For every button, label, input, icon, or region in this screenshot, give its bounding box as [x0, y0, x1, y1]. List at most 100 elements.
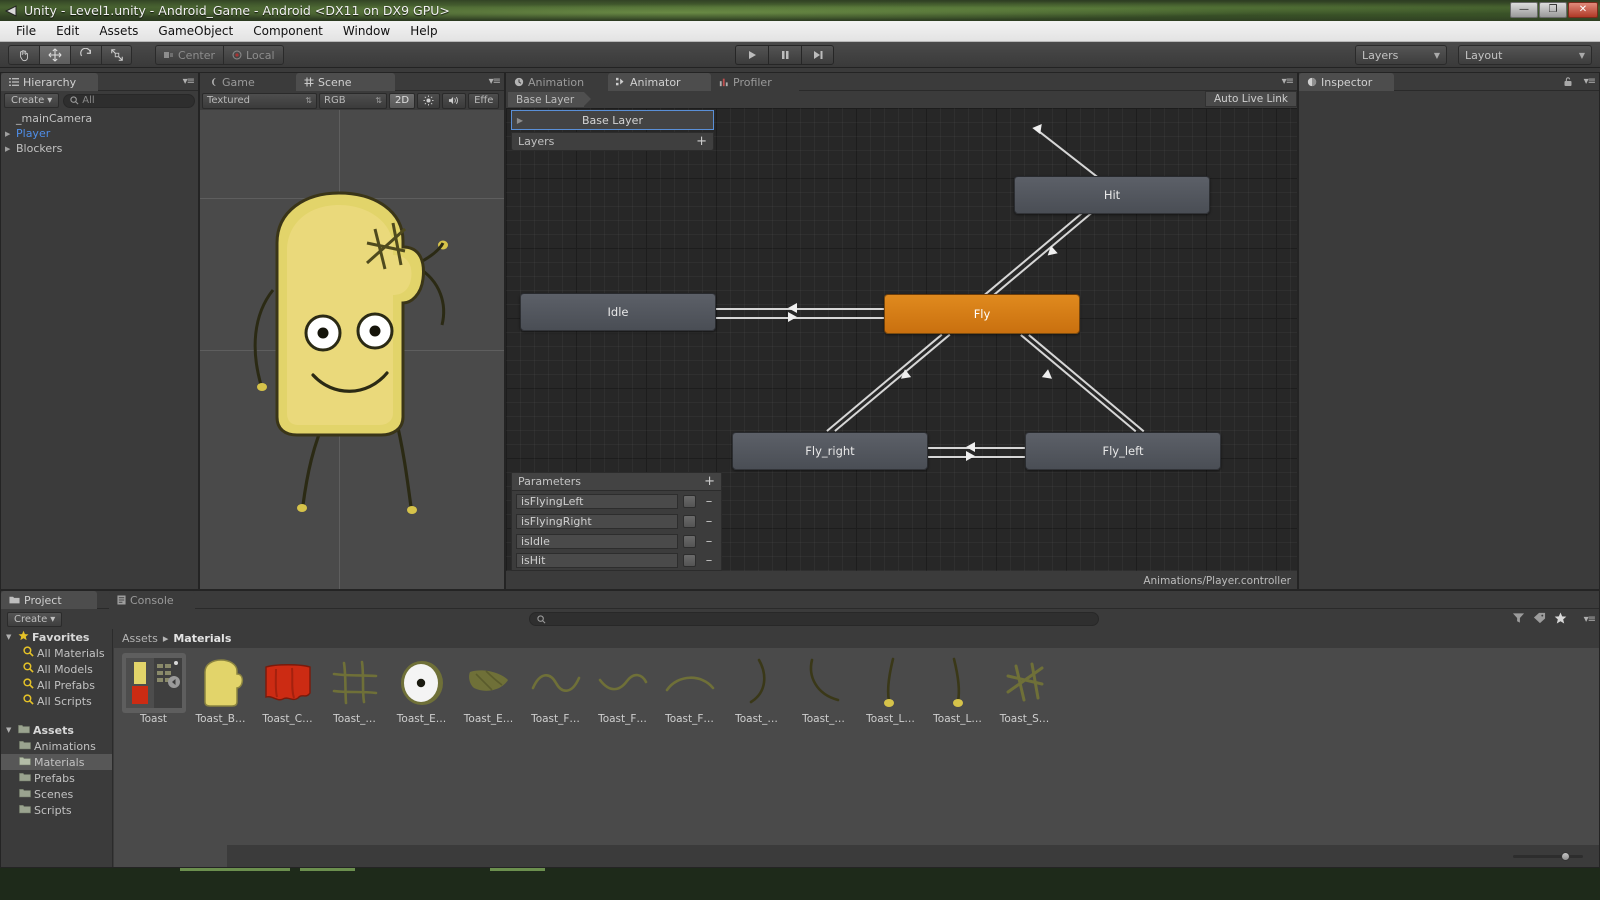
expand-arrow-icon[interactable]: ▶ [512, 116, 528, 125]
tab-console[interactable]: Console [109, 591, 195, 609]
project-tree-item-favorites[interactable]: ▼ Favorites [1, 629, 112, 645]
asset-item[interactable]: Toast_E… [455, 656, 522, 725]
move-tool-button[interactable] [39, 45, 70, 65]
project-tree-item-all-models[interactable]: All Models [1, 661, 112, 677]
project-tree-item-materials[interactable]: Materials [1, 754, 112, 770]
menu-file[interactable]: File [6, 22, 46, 40]
asset-item[interactable]: Toast_L… [857, 656, 924, 725]
tab-animation[interactable]: Animation [506, 73, 608, 91]
asset-item[interactable]: Toast_… [723, 656, 790, 725]
asset-item[interactable]: Toast_F… [522, 656, 589, 725]
asset-thumbnail[interactable] [729, 656, 785, 710]
asset-thumbnail[interactable] [863, 656, 919, 710]
project-tree-item-scripts[interactable]: Scripts [1, 802, 112, 818]
project-tree-item-all-materials[interactable]: All Materials [1, 645, 112, 661]
layout-dropdown[interactable]: Layout ▼ [1458, 45, 1592, 65]
close-button[interactable]: ✕ [1568, 2, 1598, 18]
auto-live-link-toggle[interactable]: Auto Live Link [1205, 91, 1297, 107]
tab-scene[interactable]: Scene [296, 73, 395, 91]
menu-edit[interactable]: Edit [46, 22, 89, 40]
remove-parameter-button[interactable]: – [701, 553, 717, 568]
state-node-hit[interactable]: Hit [1014, 176, 1210, 214]
menu-help[interactable]: Help [400, 22, 447, 40]
project-tree-item-assets[interactable]: ▼ Assets [1, 722, 112, 738]
asset-item[interactable]: Toast_S… [991, 656, 1058, 725]
asset-item[interactable]: Toast_L… [924, 656, 991, 725]
asset-item[interactable]: Toast [120, 653, 187, 725]
layer-item-base-layer[interactable]: ▶ Base Layer [511, 110, 714, 130]
scale-tool-button[interactable] [101, 45, 132, 65]
scene-effects-dropdown[interactable]: Effe [468, 92, 500, 109]
inspector-options-icon[interactable]: ▾≡ [1584, 76, 1596, 87]
state-node-fly-right[interactable]: Fly_right [732, 432, 928, 470]
favorite-star-icon[interactable] [1554, 611, 1567, 627]
project-options-icon[interactable]: ▾≡ [1584, 614, 1596, 625]
play-button[interactable] [735, 45, 768, 65]
asset-thumbnail[interactable] [327, 656, 383, 710]
project-tree-item-prefabs[interactable]: Prefabs [1, 770, 112, 786]
parameter-row[interactable]: isFlyingRight – [511, 511, 722, 531]
add-parameter-button[interactable]: + [704, 475, 715, 488]
asset-item[interactable]: Toast_F… [589, 656, 656, 725]
asset-item[interactable]: Toast_… [790, 656, 857, 725]
expand-arrow-icon[interactable]: ▼ [6, 726, 15, 734]
asset-item[interactable]: Toast_B… [187, 656, 254, 725]
asset-item[interactable]: Toast_C… [254, 656, 321, 725]
project-search-input[interactable] [529, 612, 1099, 626]
layers-dropdown[interactable]: Layers ▼ [1355, 45, 1447, 65]
tab-inspector[interactable]: Inspector [1299, 73, 1394, 91]
expand-arrow-icon[interactable]: ▶ [5, 145, 16, 153]
slider-knob[interactable] [1561, 851, 1570, 861]
space-mode-button[interactable]: Local [223, 45, 284, 65]
asset-thumbnail[interactable] [121, 653, 186, 713]
asset-thumbnail[interactable] [528, 656, 584, 710]
taskbar-item[interactable] [490, 868, 545, 871]
state-node-idle[interactable]: Idle [520, 293, 716, 331]
hand-tool-button[interactable] [8, 45, 39, 65]
parameter-name-field[interactable]: isHit [516, 553, 678, 568]
scene-audio-toggle[interactable] [442, 92, 467, 109]
breadcrumb-base-layer[interactable]: Base Layer [508, 92, 592, 107]
pause-button[interactable] [768, 45, 801, 65]
asset-thumbnail[interactable] [930, 656, 986, 710]
project-tree-item-all-prefabs[interactable]: All Prefabs [1, 677, 112, 693]
filter-by-type-icon[interactable] [1512, 612, 1525, 627]
minimize-button[interactable]: — [1510, 2, 1538, 18]
thumbnail-zoom-slider[interactable] [1513, 851, 1583, 861]
state-node-fly[interactable]: Fly [884, 294, 1080, 334]
add-layer-button[interactable]: + [696, 135, 707, 148]
asset-thumbnail[interactable] [193, 656, 249, 710]
maximize-button[interactable]: ❐ [1539, 2, 1567, 18]
tab-game[interactable]: Game [200, 73, 296, 91]
remove-parameter-button[interactable]: – [701, 534, 717, 549]
parameter-bool-checkbox[interactable] [683, 554, 696, 567]
menu-assets[interactable]: Assets [89, 22, 148, 40]
parameter-bool-checkbox[interactable] [683, 494, 696, 508]
expand-arrow-icon[interactable]: ▶ [5, 130, 16, 138]
scene-options-icon[interactable]: ▾≡ [489, 76, 501, 87]
scene-viewport[interactable] [200, 110, 504, 589]
asset-item[interactable]: Toast_F… [656, 656, 723, 725]
project-create-button[interactable]: Create ▾ [7, 611, 63, 627]
inspector-lock-icon[interactable] [1563, 76, 1573, 90]
animator-options-icon[interactable]: ▾≡ [1282, 76, 1294, 87]
state-node-fly-left[interactable]: Fly_left [1025, 432, 1221, 470]
pivot-mode-button[interactable]: Center [155, 45, 224, 65]
parameter-row[interactable]: isIdle – [511, 531, 722, 551]
hierarchy-search-input[interactable]: All [63, 93, 195, 108]
step-button[interactable] [801, 45, 834, 65]
remove-parameter-button[interactable]: – [701, 514, 717, 529]
rotate-tool-button[interactable] [70, 45, 101, 65]
asset-thumbnail[interactable] [461, 656, 517, 710]
tab-project[interactable]: Project [1, 591, 97, 609]
project-tree-item-scenes[interactable]: Scenes [1, 786, 112, 802]
hierarchy-item-player[interactable]: ▶ Player [1, 126, 198, 141]
hierarchy-options-icon[interactable]: ▾≡ [183, 76, 195, 87]
taskbar-item[interactable] [180, 868, 290, 871]
parameter-name-field[interactable]: isFlyingLeft [516, 493, 678, 509]
menu-gameobject[interactable]: GameObject [148, 22, 243, 40]
filter-by-label-icon[interactable] [1533, 612, 1546, 627]
hierarchy-create-button[interactable]: Create ▾ [4, 93, 60, 108]
hierarchy-item-maincamera[interactable]: _mainCamera [1, 111, 198, 126]
remove-parameter-button[interactable]: – [701, 494, 717, 509]
